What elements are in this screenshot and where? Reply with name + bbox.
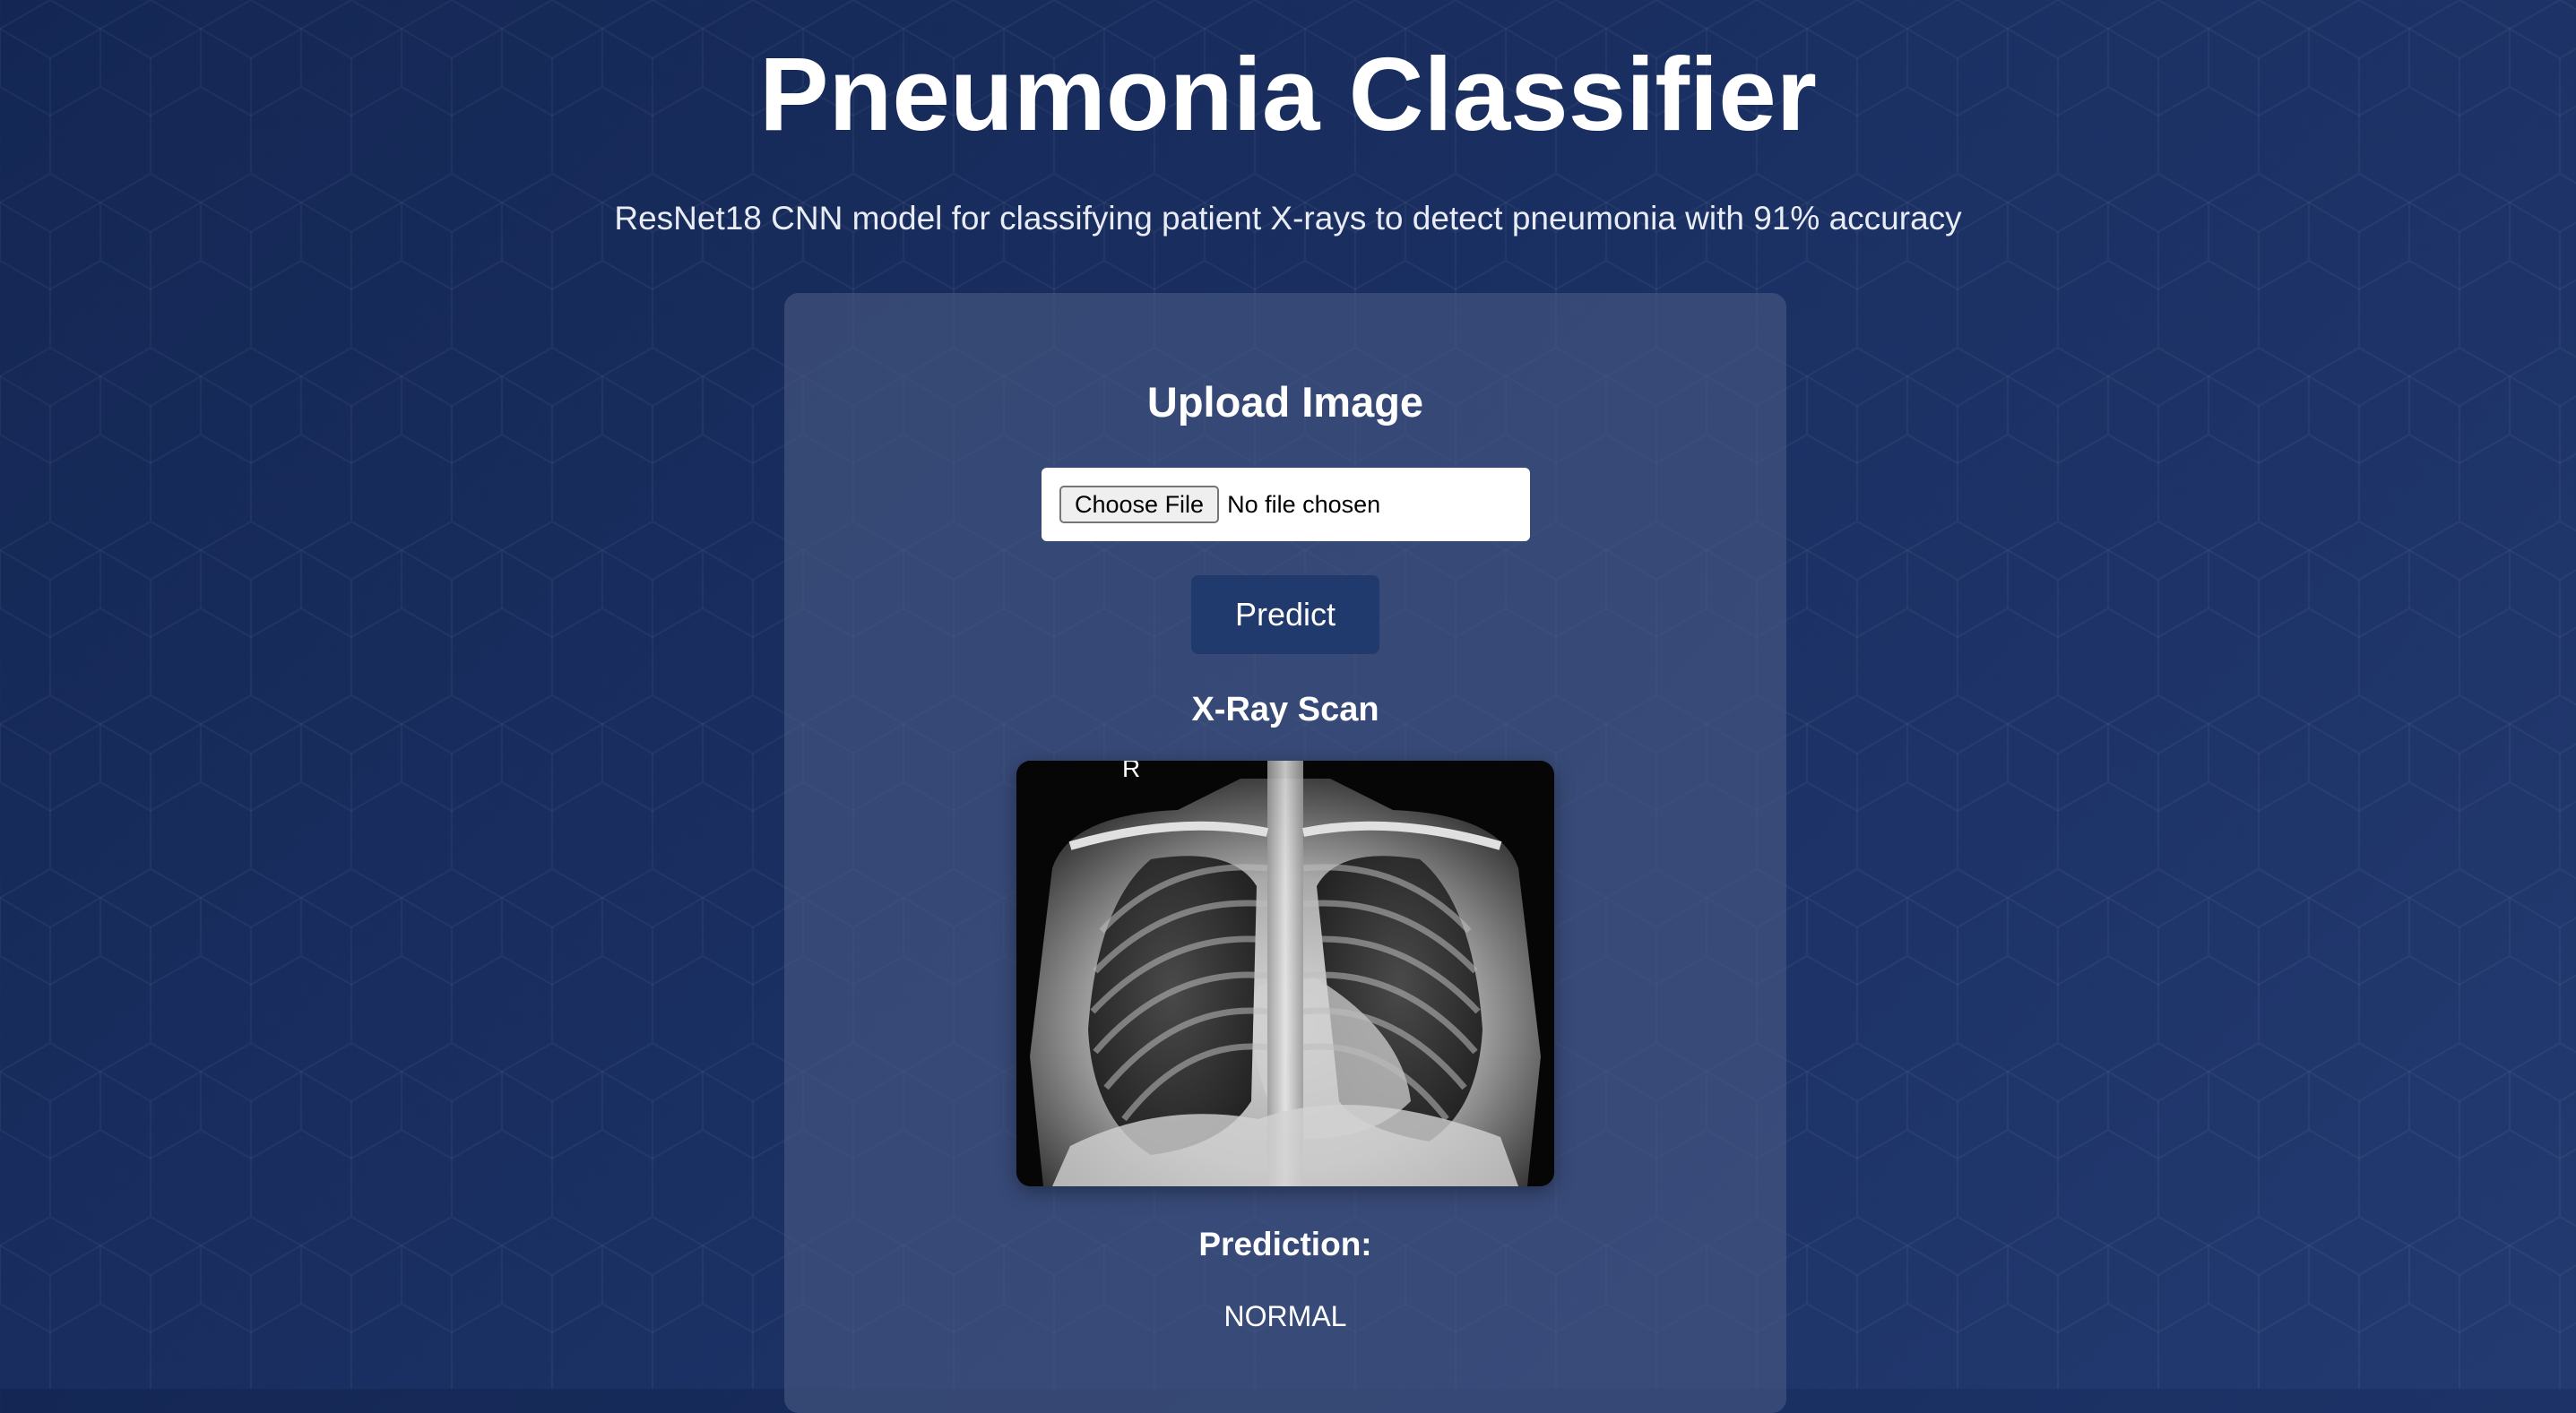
prediction-heading: Prediction: [1198,1226,1372,1262]
xray-scan-heading: X-Ray Scan [1191,691,1379,728]
file-status-text: No file chosen [1227,490,1381,518]
page-subtitle: ResNet18 CNN model for classifying patie… [614,200,1962,237]
choose-file-button[interactable]: Choose File [1059,486,1220,523]
xray-image: R [1016,761,1554,1186]
upload-heading: Upload Image [1146,378,1424,426]
prediction-value: NORMAL [1223,1300,1347,1332]
predict-button[interactable]: Predict [1191,575,1379,654]
xray-marker-r: R [1122,761,1140,782]
page-title: Pneumonia Classifier [759,36,1817,152]
upload-card: Upload Image Choose File No file chosen … [784,293,1786,1413]
file-input[interactable]: Choose File No file chosen [1042,468,1530,541]
